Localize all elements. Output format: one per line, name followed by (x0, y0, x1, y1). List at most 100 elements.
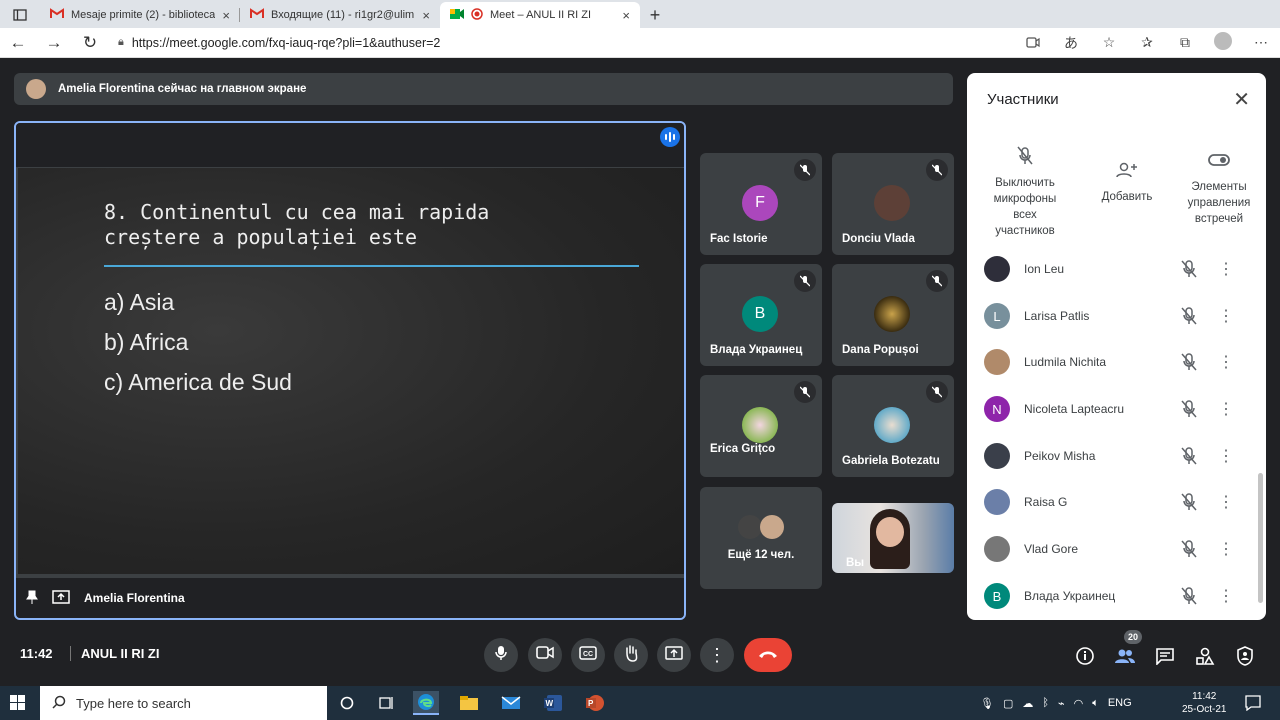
more-options-icon[interactable]: ⋮ (1216, 306, 1236, 326)
tab-gmail-2[interactable]: Входящие (11) - ri1gr2@ulim.m × (240, 2, 440, 28)
main-presentation-tile[interactable]: 8. Continentul cu cea mai rapida creșter… (14, 121, 686, 620)
microphone-button[interactable] (484, 638, 518, 672)
mute-all-button[interactable]: Выключить микрофоны всех участников (981, 143, 1069, 239)
new-tab-button[interactable]: + (640, 2, 670, 28)
people-icon[interactable] (1113, 644, 1137, 668)
participant-row[interactable]: N Nicoleta Lapteacru ⋮ (967, 386, 1252, 432)
avatar (874, 185, 910, 221)
participant-tile[interactable]: Dana Popușoi (832, 264, 954, 366)
raise-hand-button[interactable] (614, 638, 648, 672)
mic-off-icon (926, 270, 948, 292)
participant-row[interactable]: L Larisa Patlis ⋮ (967, 293, 1252, 339)
more-options-button[interactable]: ⋮ (700, 638, 734, 672)
pin-icon[interactable] (26, 590, 38, 607)
mic-off-icon[interactable] (1176, 260, 1202, 278)
end-call-button[interactable] (744, 638, 792, 672)
mic-off-icon (794, 159, 816, 181)
url-field[interactable]: 🔒︎ https://meet.google.com/fxq-iauq-rqe?… (118, 36, 1014, 50)
camera-button[interactable] (528, 638, 562, 672)
close-icon[interactable]: × (222, 8, 230, 23)
file-explorer-icon[interactable] (456, 691, 482, 715)
participant-row[interactable]: Peikov Misha ⋮ (967, 433, 1252, 479)
avatar (26, 79, 46, 99)
translate-icon[interactable]: あ (1052, 33, 1090, 53)
panel-scrollbar[interactable] (1258, 473, 1263, 603)
svg-text:CC: CC (583, 651, 593, 658)
present-button[interactable] (657, 638, 691, 672)
more-options-icon[interactable]: ⋮ (1216, 492, 1236, 512)
tab-actions-icon[interactable] (0, 2, 40, 28)
wifi-icon[interactable]: ◠ (1074, 697, 1084, 710)
mic-off-icon[interactable] (1176, 400, 1202, 418)
collections-icon[interactable]: ⧉ (1166, 34, 1204, 51)
mic-off-icon (981, 143, 1069, 169)
add-participant-button[interactable]: Добавить (1085, 143, 1169, 205)
participant-tile[interactable]: F Fac Istorie (700, 153, 822, 255)
favorites-icon[interactable]: ✰ (1128, 34, 1166, 51)
notifications-icon[interactable] (1245, 695, 1261, 716)
participant-tile[interactable]: Erica Grițco (700, 375, 822, 477)
language-indicator[interactable]: ENG (1108, 697, 1132, 709)
meeting-controls-button[interactable]: Элементы управления встречей (1177, 143, 1261, 227)
volume-icon[interactable]: 🔈︎ (1092, 697, 1099, 710)
network-icon[interactable]: ⌁ (1058, 697, 1065, 710)
more-options-icon[interactable]: ⋮ (1216, 539, 1236, 559)
mic-off-icon[interactable] (1176, 493, 1202, 511)
tab-gmail-1[interactable]: Mesaje primite (2) - biblioteca@ × (40, 2, 240, 28)
close-icon[interactable]: × (622, 8, 630, 23)
participant-row[interactable]: Raisa G ⋮ (967, 479, 1252, 525)
lock-icon: 🔒︎ (118, 36, 124, 48)
participant-row[interactable]: Vlad Gore ⋮ (967, 526, 1252, 572)
meet-tray-icon[interactable]: ▢ (1003, 697, 1013, 710)
cortana-icon[interactable] (334, 691, 360, 715)
taskbar-search-box[interactable]: Type here to search (40, 686, 327, 720)
more-options-icon[interactable]: ⋮ (1216, 259, 1236, 279)
mic-off-icon (794, 381, 816, 403)
bluetooth-icon[interactable]: ᛒ (1042, 697, 1049, 709)
participant-row[interactable]: Ion Leu ⋮ (967, 246, 1252, 292)
participant-row[interactable]: B Влада Украинец ⋮ (967, 573, 1252, 619)
self-view-tile[interactable]: Вы (832, 503, 954, 573)
onedrive-icon[interactable]: ☁︎ (1022, 697, 1033, 710)
participant-row[interactable]: Ludmila Nichita ⋮ (967, 339, 1252, 385)
reload-icon[interactable]: ↻ (72, 33, 108, 53)
add-favorite-icon[interactable]: ☆ (1090, 34, 1128, 51)
more-options-icon[interactable]: ⋮ (1216, 352, 1236, 372)
taskbar-clock[interactable]: 11:42 25-Oct-21 (1182, 690, 1226, 716)
task-view-icon[interactable] (373, 691, 399, 715)
clock-time: 11:42 (1192, 691, 1217, 702)
back-icon[interactable]: ← (0, 33, 36, 53)
close-icon[interactable]: × (422, 8, 430, 23)
host-controls-icon[interactable] (1233, 644, 1257, 668)
participant-tile[interactable]: Gabriela Botezatu (832, 375, 954, 477)
close-icon[interactable]: ✕ (1233, 87, 1250, 112)
participant-tile[interactable]: Donciu Vlada (832, 153, 954, 255)
mic-tray-icon[interactable]: 🎙︎ (980, 697, 994, 710)
activities-icon[interactable] (1193, 644, 1217, 668)
mic-off-icon[interactable] (1176, 353, 1202, 371)
mail-icon[interactable] (498, 691, 524, 715)
tab-meet[interactable]: Meet – ANUL II RI ZI × (440, 2, 640, 28)
forward-icon[interactable]: → (36, 33, 72, 53)
mic-off-icon[interactable] (1176, 447, 1202, 465)
more-participants-tile[interactable]: Ещё 12 чел. (700, 487, 822, 589)
participant-tile[interactable]: B Влада Украинец (700, 264, 822, 366)
mic-off-icon[interactable] (1176, 307, 1202, 325)
profile-icon[interactable] (1204, 32, 1242, 53)
menu-icon[interactable]: ⋯ (1242, 34, 1280, 51)
more-options-icon[interactable]: ⋮ (1216, 446, 1236, 466)
info-icon[interactable] (1073, 644, 1097, 668)
edge-icon[interactable] (413, 691, 439, 715)
more-options-icon[interactable]: ⋮ (1216, 399, 1236, 419)
powerpoint-icon[interactable]: P (582, 691, 608, 715)
mic-off-icon[interactable] (1176, 540, 1202, 558)
camera-icon[interactable] (1014, 35, 1052, 51)
windows-start-icon[interactable] (10, 695, 26, 716)
answer-b: b) Africa (104, 329, 189, 355)
more-options-icon[interactable]: ⋮ (1216, 586, 1236, 606)
tab-title: Mesaje primite (2) - biblioteca@ (71, 9, 216, 21)
captions-button[interactable]: CC (571, 638, 605, 672)
mic-off-icon[interactable] (1176, 587, 1202, 605)
chat-icon[interactable] (1153, 644, 1177, 668)
word-icon[interactable]: W (540, 691, 566, 715)
